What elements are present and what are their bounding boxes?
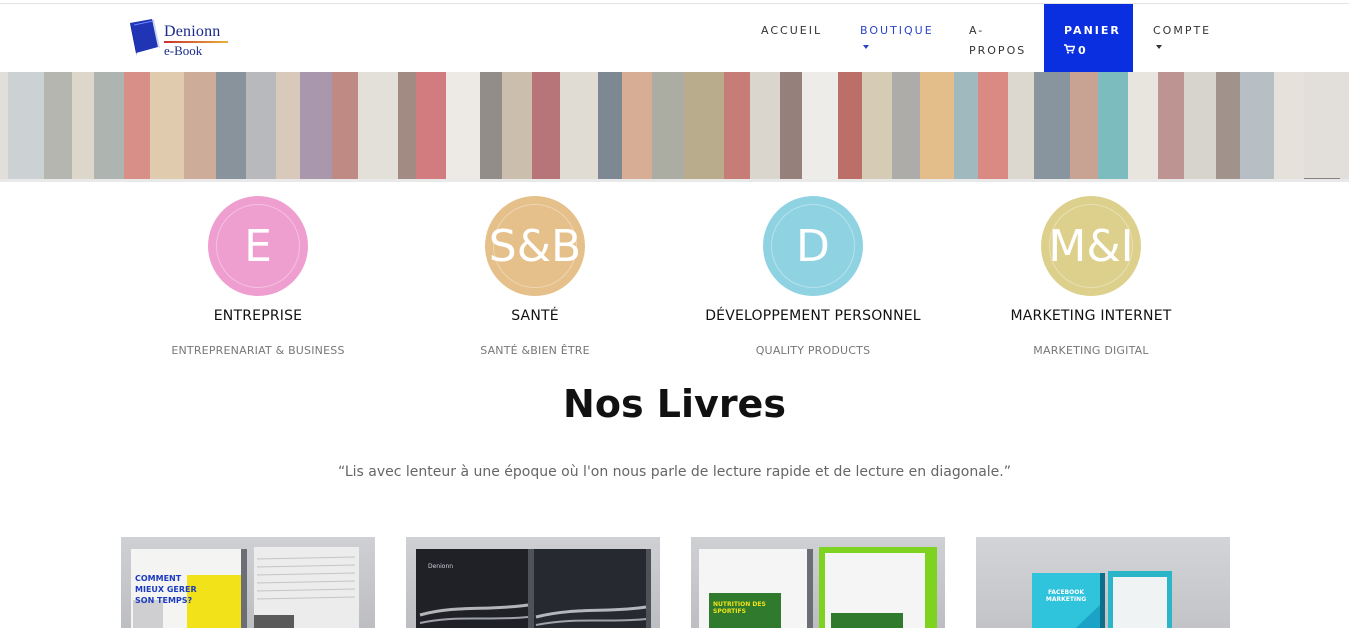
product-cover-text: Denionn [428,563,454,570]
category-list: E ENTREPRISE ENTREPRENARIAT & BUSINESS S… [0,196,1349,366]
cart-icon [1064,41,1076,61]
product-cover-text: COMMENT MIEUX GERER SON TEMPS? [135,574,197,605]
caret-down-icon [863,45,869,49]
nav-accueil[interactable]: ACCUEIL [761,4,841,41]
product-image [1032,571,1172,628]
cart-count: 0 [1078,44,1087,57]
hero-banner [0,72,1349,182]
category-title: ENTREPRISE [213,308,303,324]
category-subtitle: ENTREPRENARIAT & BUSINESS [171,344,345,357]
product-cover-text: NUTRITION DES SPORTIFS [713,601,766,615]
category-item-sante[interactable]: S&B SANTÉ SANTÉ &BIEN ÊTRE [415,196,655,357]
category-circle: S&B [485,196,585,296]
nav-compte[interactable]: COMPTE [1153,4,1223,49]
category-circle: M&I [1041,196,1141,296]
category-circle: D [763,196,863,296]
section-title: Nos Livres [563,382,786,426]
category-circle: E [208,196,308,296]
nav-apropos[interactable]: A-PROPOS [969,4,1039,61]
product-cover-text: FACEBOOK MARKETING [1045,589,1087,603]
caret-down-icon [1156,45,1162,49]
category-title: MARKETING INTERNET [1010,308,1172,324]
brand-name: Denionn [164,23,221,40]
category-subtitle: MARKETING DIGITAL [1033,344,1149,357]
category-title: SANTÉ [511,308,559,324]
category-item-entreprise[interactable]: E ENTREPRISE ENTREPRENARIAT & BUSINESS [138,196,378,357]
nav-compte-label: COMPTE [1153,24,1212,37]
category-subtitle: SANTÉ &BIEN ÊTRE [480,344,590,357]
nav-boutique[interactable]: BOUTIQUE [860,4,950,49]
category-subtitle: QUALITY PRODUCTS [755,344,871,357]
product-card[interactable]: COMMENT MIEUX GERER SON TEMPS? [121,537,375,628]
product-card[interactable]: Denionn [406,537,660,628]
product-card[interactable]: FACEBOOK MARKETING [976,537,1230,628]
nav-boutique-label: BOUTIQUE [860,24,934,37]
category-title: DÉVELOPPEMENT PERSONNEL [705,308,921,324]
site-logo[interactable]: Denionn e-Book [128,17,238,59]
brand-subtitle: e-Book [164,43,203,58]
nav-panier-label: PANIER [1064,24,1121,37]
nav-panier[interactable]: PANIER 0 [1044,4,1133,72]
category-item-developpement[interactable]: D DÉVELOPPEMENT PERSONNEL QUALITY PRODUC… [693,196,933,357]
category-item-marketing[interactable]: M&I MARKETING INTERNET MARKETING DIGITAL [971,196,1211,357]
product-card[interactable]: NUTRITION DES SPORTIFS [691,537,945,628]
product-image [416,549,651,628]
product-image [699,547,937,628]
section-quote: “Lis avec lenteur à une époque où l'on n… [338,464,1011,480]
book-logo-icon [128,17,162,57]
site-header: Denionn e-Book ACCUEIL BOUTIQUE A-PROPOS… [0,4,1349,72]
